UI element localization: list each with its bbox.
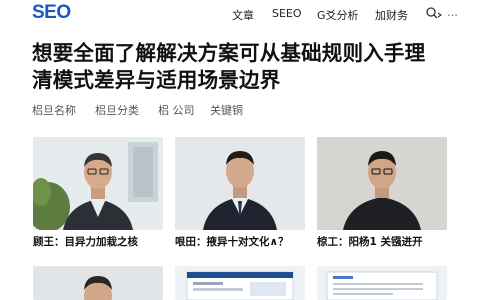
card-image-1[interactable]: [33, 137, 163, 230]
nav-item-seeo[interactable]: SEEO: [272, 7, 302, 20]
top-bar: SEO 文章 SEEO G爻分析 加财务 …: [0, 0, 480, 28]
nav-item-analysis[interactable]: G爻分析: [317, 7, 359, 23]
meta-tag-keyword[interactable]: 关键铜: [210, 102, 243, 118]
nav-item-articles[interactable]: 文章: [232, 7, 254, 23]
card-caption-2[interactable]: 哏田：掖异十对文化∧？: [175, 234, 307, 249]
card-image-6[interactable]: [317, 266, 447, 300]
meta-tag-name[interactable]: 梠旦名称: [32, 102, 76, 118]
meta-tag-company[interactable]: 梠 公司: [158, 102, 195, 118]
article-title-line-1: 想要全面了解解决方案可从基础规则入手理: [32, 41, 426, 65]
card-image-5[interactable]: [175, 266, 305, 300]
site-logo[interactable]: SEO: [32, 2, 71, 24]
card-caption-3[interactable]: 椋工：阳杨1 关镪进开: [317, 234, 449, 249]
card-image-3[interactable]: [317, 137, 447, 230]
meta-tag-category[interactable]: 梠旦分类: [95, 102, 139, 118]
card-image-4[interactable]: [33, 266, 163, 300]
article-title: 想要全面了解解决方案可从基础规则入手理 清模式差异与适用场景边界: [32, 40, 462, 94]
card-caption-1[interactable]: 顾王：目异力加栽之核: [33, 234, 165, 249]
card-image-2[interactable]: [175, 137, 305, 230]
nav-item-finance[interactable]: 加财务: [375, 7, 408, 23]
article-title-line-2: 清模式差异与适用场景边界: [32, 68, 281, 92]
more-icon[interactable]: …: [447, 6, 458, 19]
user-icon[interactable]: [424, 6, 444, 22]
